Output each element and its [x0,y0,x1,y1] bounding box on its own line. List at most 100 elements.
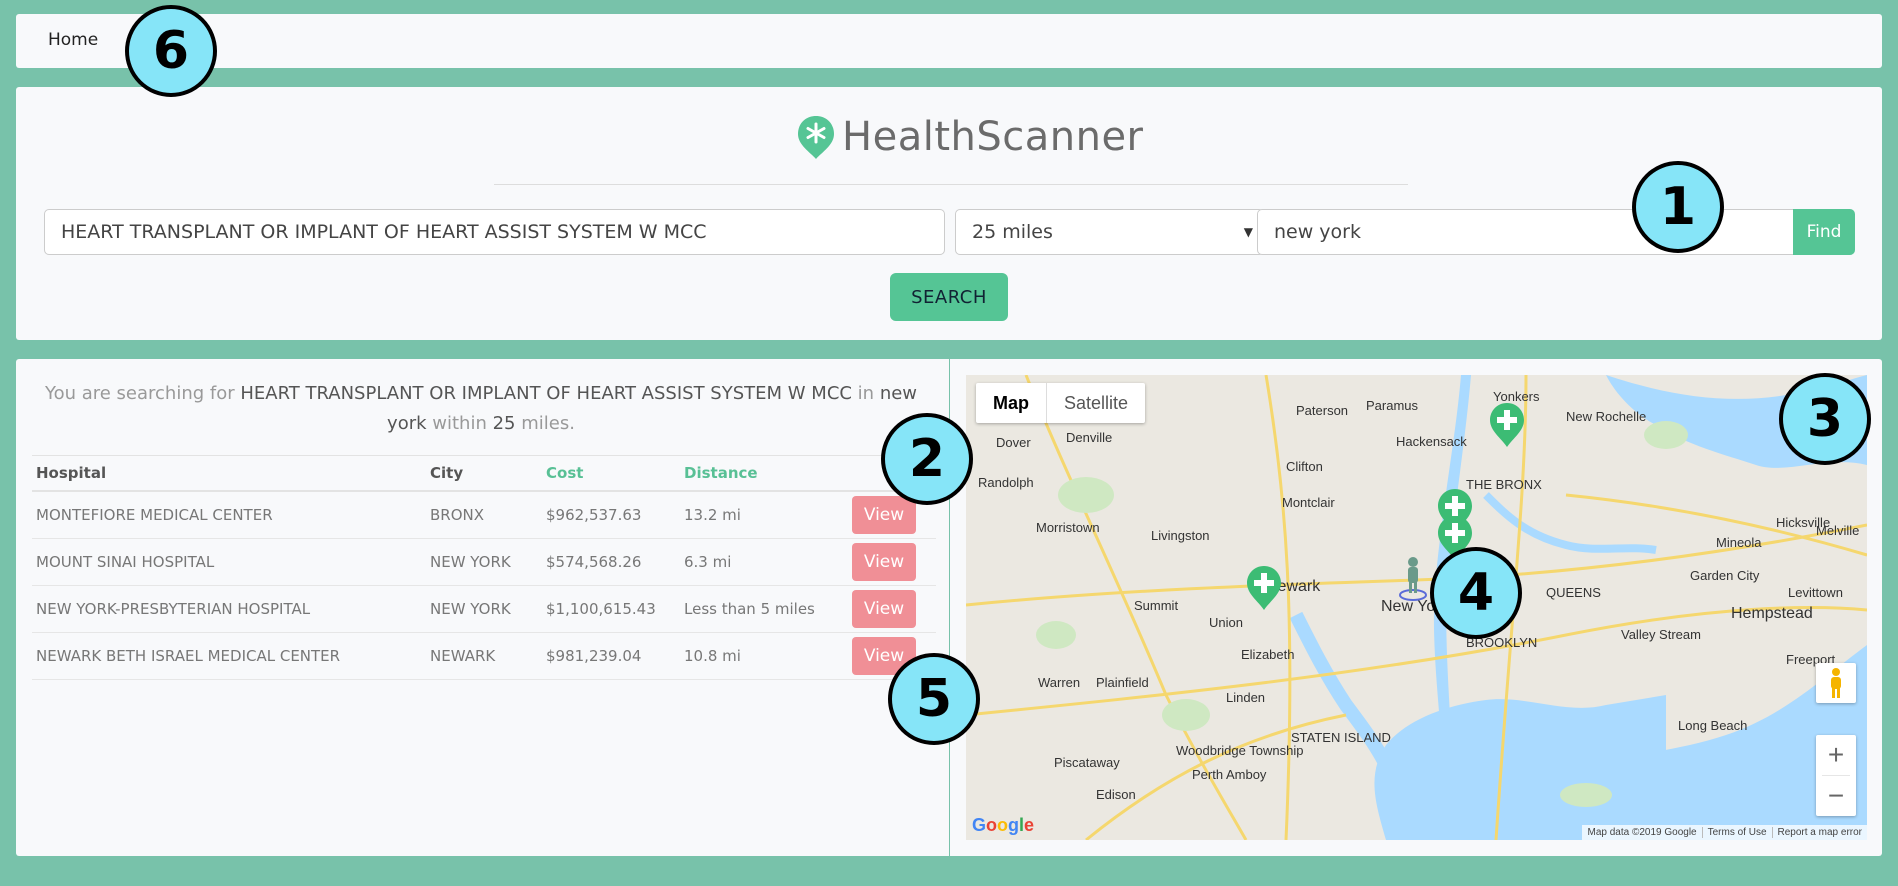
map-label: Melville [1816,523,1860,538]
map-label: Morristown [1036,520,1100,535]
cell-cost: $1,100,615.43 [542,585,680,633]
map-label: THE BRONX [1466,477,1542,492]
cell-cost: $981,239.04 [542,632,680,680]
map-label: Linden [1226,690,1266,705]
view-button[interactable]: View [852,543,916,581]
nav-home-link[interactable]: Home [48,30,98,50]
map-label: Woodbridge Township [1176,743,1304,758]
zoom-control: + − [1816,735,1856,816]
annotation-badge-6: 6 [125,5,217,97]
cell-action: View [848,585,936,633]
hospital-marker-icon[interactable] [1246,565,1282,611]
header-cost[interactable]: Cost [542,455,680,492]
radius-select[interactable]: 25 miles ▼ [955,209,1264,255]
map-attribution: Map data ©2019 Google Terms of Use Repor… [1582,825,1867,840]
header-hospital: Hospital [32,455,426,492]
map-label: Elizabeth [1241,647,1295,662]
location-input-value: new york [1274,221,1361,243]
summary-prefix: You are searching for [44,383,241,404]
map-label: Warren [1038,675,1081,690]
view-button[interactable]: View [852,590,916,628]
map-label: Dover [996,435,1031,450]
cell-cost: $962,537.63 [542,491,680,539]
map-label: Union [1209,615,1243,630]
cell-action: View [848,538,936,586]
map-label: Paramus [1366,398,1419,413]
map-type-control: Map Satellite [976,383,1146,423]
view-button[interactable]: View [852,496,916,534]
google-logo: Google [972,815,1035,835]
pegman-icon [1831,668,1841,698]
map-label: Garden City [1690,568,1760,583]
caret-down-icon: ▼ [1243,225,1253,239]
map-label: Summit [1134,598,1179,613]
table-row: NEW YORK-PRESBYTERIAN HOSPITAL NEW YORK … [32,585,936,633]
user-location-icon [1399,557,1427,601]
map-label: Clifton [1286,459,1323,474]
street-view-pegman[interactable] [1816,663,1856,703]
annotation-badge-3: 3 [1779,373,1871,465]
map-label: Randolph [978,475,1034,490]
cell-city: NEW YORK [426,585,542,633]
map-label: Plainfield [1096,675,1149,690]
header-divider [494,184,1408,185]
map-label: Valley Stream [1621,627,1701,642]
map-label: Paterson [1296,403,1349,418]
terms-of-use-link[interactable]: Terms of Use [1701,827,1772,838]
table-row: NEWARK BETH ISRAEL MEDICAL CENTER NEWARK… [32,632,936,680]
map-label: Mineola [1716,535,1762,550]
map-label: Levittown [1788,585,1843,600]
map-label: Livingston [1151,528,1210,543]
summary-suffix: miles. [515,413,575,434]
summary-in: in [851,383,880,404]
map-data-credit: Map data ©2019 Google [1587,827,1697,838]
cell-city: NEWARK [426,632,542,680]
map-label: STATEN ISLAND [1291,730,1391,745]
radius-select-value: 25 miles [972,221,1053,243]
cell-hospital: MOUNT SINAI HOSPITAL [32,538,426,586]
table-header-row: Hospital City Cost Distance [32,455,936,492]
procedure-input-value: HEART TRANSPLANT OR IMPLANT OF HEART ASS… [61,221,707,243]
brand-name: HealthScanner [842,114,1144,160]
cell-hospital: MONTEFIORE MEDICAL CENTER [32,491,426,539]
navbar: Home [16,14,1882,68]
hospital-marker-icon[interactable] [1489,402,1525,448]
table-row: MOUNT SINAI HOSPITAL NEW YORK $574,568.2… [32,538,936,586]
map-label: New Rochelle [1566,409,1647,424]
zoom-in-button[interactable]: + [1816,735,1856,775]
annotation-badge-4: 4 [1430,547,1522,639]
map-label: Edison [1096,787,1136,802]
zoom-out-button[interactable]: − [1816,776,1856,816]
cell-distance: 10.8 mi [680,632,848,680]
map-label: Perth Amboy [1192,767,1267,782]
map-view[interactable]: Paterson Yonkers New Rochelle Paramus Ha… [966,375,1867,840]
map-label: Montclair [1282,495,1335,510]
search-button[interactable]: SEARCH [890,273,1008,321]
map-label: Hackensack [1396,434,1467,449]
cell-city: BRONX [426,491,542,539]
search-panel: HealthScanner HEART TRANSPLANT OR IMPLAN… [16,87,1882,340]
summary-radius: 25 [492,413,516,434]
report-map-error-link[interactable]: Report a map error [1771,827,1867,838]
cell-distance: Less than 5 miles [680,585,848,633]
find-button[interactable]: Find [1793,209,1855,255]
annotation-badge-5: 5 [888,653,980,745]
map-label: Piscataway [1054,755,1120,770]
cell-hospital: NEWARK BETH ISRAEL MEDICAL CENTER [32,632,426,680]
search-summary: You are searching for HEART TRANSPLANT O… [36,379,926,439]
map-type-map-button[interactable]: Map [976,383,1046,423]
map-label: Denville [1066,430,1113,445]
annotation-badge-2: 2 [881,413,973,505]
header-distance[interactable]: Distance [680,455,848,492]
table-row: MONTEFIORE MEDICAL CENTER BRONX $962,537… [32,491,936,539]
procedure-input[interactable]: HEART TRANSPLANT OR IMPLANT OF HEART ASS… [44,209,945,255]
results-table: Hospital City Cost Distance MONTEFIORE M… [32,455,936,680]
cell-distance: 13.2 mi [680,491,848,539]
map-label: Long Beach [1678,718,1748,733]
cell-city: NEW YORK [426,538,542,586]
map-type-satellite-button[interactable]: Satellite [1046,383,1145,423]
summary-within: within [426,413,493,434]
cell-cost: $574,568.26 [542,538,680,586]
header-city: City [426,455,542,492]
map-label: QUEENS [1546,585,1601,600]
